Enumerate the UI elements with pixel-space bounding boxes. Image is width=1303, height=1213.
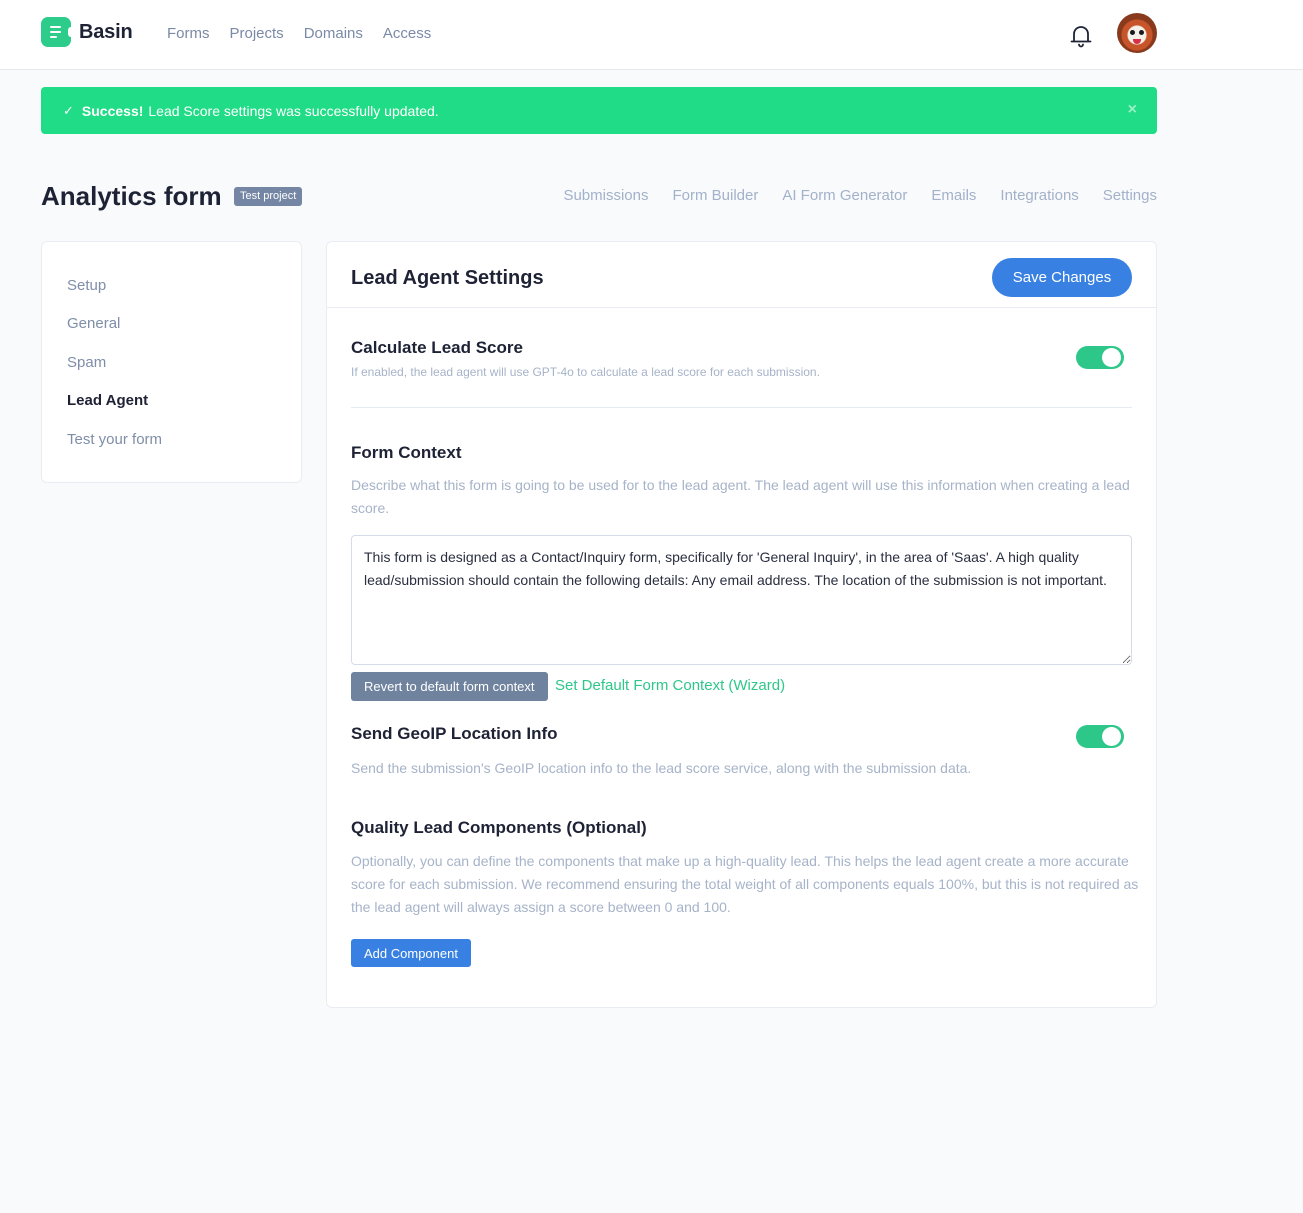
bell-icon[interactable] bbox=[1069, 23, 1093, 49]
main-nav: Forms Projects Domains Access bbox=[167, 25, 431, 42]
basin-logo-icon bbox=[41, 17, 74, 47]
card-title: Lead Agent Settings bbox=[351, 267, 544, 289]
sidebar-item-lead-agent[interactable]: Lead Agent bbox=[67, 392, 148, 409]
user-avatar[interactable] bbox=[1117, 13, 1157, 53]
alert-title: Success! bbox=[81, 102, 144, 119]
section-divider bbox=[351, 407, 1132, 408]
toggle-knob bbox=[1102, 727, 1121, 746]
geoip-title: Send GeoIP Location Info bbox=[351, 724, 558, 743]
brand-name: Basin bbox=[79, 20, 133, 43]
tab-ai-form-generator[interactable]: AI Form Generator bbox=[782, 187, 907, 204]
add-component-button[interactable]: Add Component bbox=[351, 939, 471, 967]
toggle-knob bbox=[1102, 348, 1121, 367]
top-navbar: Basin Forms Projects Domains Access bbox=[0, 0, 1303, 70]
alert-message: Lead Score settings was successfully upd… bbox=[148, 102, 439, 119]
tab-submissions[interactable]: Submissions bbox=[563, 187, 648, 204]
lead-agent-settings-card: Lead Agent Settings Save Changes Calcula… bbox=[326, 241, 1157, 1008]
nav-domains[interactable]: Domains bbox=[304, 25, 363, 42]
tab-form-builder[interactable]: Form Builder bbox=[672, 187, 758, 204]
settings-sidebar: Setup General Spam Lead Agent Test your … bbox=[41, 241, 302, 483]
tab-emails[interactable]: Emails bbox=[931, 187, 976, 204]
tab-integrations[interactable]: Integrations bbox=[1000, 187, 1078, 204]
nav-access[interactable]: Access bbox=[383, 25, 431, 42]
project-badge: Test project bbox=[234, 187, 303, 206]
form-context-title: Form Context bbox=[351, 443, 462, 462]
quality-lead-components-title: Quality Lead Components (Optional) bbox=[351, 818, 647, 837]
form-tabs: Submissions Form Builder AI Form Generat… bbox=[563, 187, 1157, 204]
sidebar-item-general[interactable]: General bbox=[67, 315, 120, 332]
form-context-textarea[interactable]: This form is designed as a Contact/Inqui… bbox=[351, 535, 1132, 665]
check-icon: ✓ bbox=[63, 102, 74, 118]
nav-projects[interactable]: Projects bbox=[230, 25, 284, 42]
sidebar-item-setup[interactable]: Setup bbox=[67, 277, 106, 294]
success-alert: ✓ Success! Lead Score settings was succe… bbox=[41, 87, 1157, 134]
close-icon[interactable]: × bbox=[1128, 101, 1137, 119]
geoip-toggle[interactable] bbox=[1076, 725, 1124, 748]
card-header: Lead Agent Settings Save Changes bbox=[327, 242, 1156, 308]
geoip-description: Send the submission's GeoIP location inf… bbox=[351, 760, 972, 776]
sidebar-item-test-your-form[interactable]: Test your form bbox=[67, 431, 162, 448]
tab-settings[interactable]: Settings bbox=[1103, 187, 1157, 204]
calculate-lead-score-toggle[interactable] bbox=[1076, 346, 1124, 369]
page-title: Analytics form bbox=[41, 181, 222, 211]
save-changes-button[interactable]: Save Changes bbox=[992, 258, 1132, 297]
quality-lead-components-description: Optionally, you can define the component… bbox=[351, 853, 1139, 915]
calculate-lead-score-title: Calculate Lead Score bbox=[351, 338, 523, 357]
set-default-context-wizard-link[interactable]: Set Default Form Context (Wizard) bbox=[555, 677, 785, 694]
nav-forms[interactable]: Forms bbox=[167, 25, 210, 42]
brand-logo[interactable]: Basin bbox=[41, 17, 133, 47]
revert-form-context-button[interactable]: Revert to default form context bbox=[351, 672, 548, 701]
sidebar-item-spam[interactable]: Spam bbox=[67, 354, 106, 371]
form-context-description: Describe what this form is going to be u… bbox=[351, 477, 1130, 516]
calculate-lead-score-description: If enabled, the lead agent will use GPT-… bbox=[351, 365, 820, 379]
